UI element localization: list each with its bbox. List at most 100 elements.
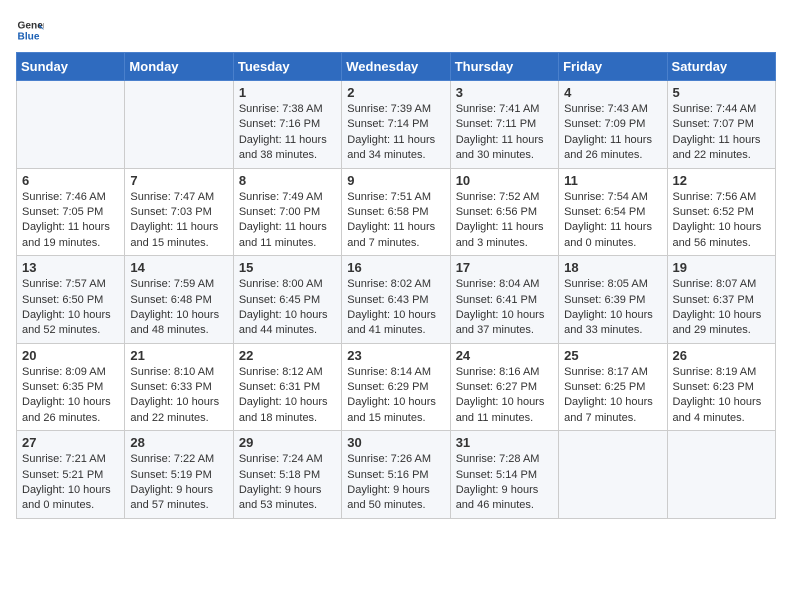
day-number: 2	[347, 85, 444, 100]
calendar-week-row: 13 Sunrise: 7:57 AMSunset: 6:50 PMDayligh…	[17, 256, 776, 344]
day-number: 20	[22, 348, 119, 363]
day-number: 27	[22, 435, 119, 450]
day-info: Sunrise: 8:17 AMSunset: 6:25 PMDaylight:…	[564, 365, 661, 427]
day-number: 12	[673, 173, 770, 188]
calendar-cell: 16 Sunrise: 8:02 AMSunset: 6:43 PMDayligh…	[342, 256, 450, 344]
day-info: Sunrise: 7:26 AMSunset: 5:16 PMDaylight:…	[347, 452, 444, 514]
day-header-sunday: Sunday	[17, 53, 125, 81]
day-number: 13	[22, 260, 119, 275]
day-number: 24	[456, 348, 553, 363]
calendar-cell: 17Sunrise: 8:04 AMSunset: 6:41 PMDayligh…	[450, 256, 558, 344]
day-info: Sunrise: 7:24 AMSunset: 5:18 PMDaylight:…	[239, 452, 336, 514]
calendar-cell: 24 Sunrise: 8:16 AMSunset: 6:27 PMDayligh…	[450, 343, 558, 431]
calendar-cell	[559, 431, 667, 519]
calendar-cell: 5 Sunrise: 7:44 AMSunset: 7:07 PMDaylight…	[667, 81, 775, 169]
day-info: Sunrise: 7:38 AMSunset: 7:16 PMDaylight:…	[239, 102, 336, 164]
day-number: 4	[564, 85, 661, 100]
day-info: Sunrise: 7:54 AMSunset: 6:54 PMDaylight:…	[564, 190, 661, 252]
day-number: 15	[239, 260, 336, 275]
calendar-cell: 19Sunrise: 8:07 AMSunset: 6:37 PMDayligh…	[667, 256, 775, 344]
svg-text:Blue: Blue	[18, 31, 40, 42]
day-number: 28	[130, 435, 227, 450]
day-info: Sunrise: 8:04 AMSunset: 6:41 PMDaylight:…	[456, 277, 553, 339]
calendar-cell: 4 Sunrise: 7:43 AMSunset: 7:09 PMDaylight…	[559, 81, 667, 169]
day-info: Sunrise: 8:10 AMSunset: 6:33 PMDaylight:…	[130, 365, 227, 427]
day-header-saturday: Saturday	[667, 53, 775, 81]
day-number: 31	[456, 435, 553, 450]
day-info: Sunrise: 8:02 AMSunset: 6:43 PMDaylight:…	[347, 277, 444, 339]
day-number: 30	[347, 435, 444, 450]
calendar-cell: 26 Sunrise: 8:19 AMSunset: 6:23 PMDayligh…	[667, 343, 775, 431]
day-number: 8	[239, 173, 336, 188]
day-number: 5	[673, 85, 770, 100]
calendar-cell: 15 Sunrise: 8:00 AMSunset: 6:45 PMDayligh…	[233, 256, 341, 344]
day-info: Sunrise: 8:16 AMSunset: 6:27 PMDaylight:…	[456, 365, 553, 427]
calendar-cell: 6 Sunrise: 7:46 AMSunset: 7:05 PMDaylight…	[17, 168, 125, 256]
day-info: Sunrise: 7:43 AMSunset: 7:09 PMDaylight:…	[564, 102, 661, 164]
calendar-cell: 2 Sunrise: 7:39 AMSunset: 7:14 PMDaylight…	[342, 81, 450, 169]
day-number: 11	[564, 173, 661, 188]
calendar-week-row: 6 Sunrise: 7:46 AMSunset: 7:05 PMDaylight…	[17, 168, 776, 256]
day-info: Sunrise: 7:22 AMSunset: 5:19 PMDaylight:…	[130, 452, 227, 514]
day-number: 18	[564, 260, 661, 275]
calendar-cell: 10Sunrise: 7:52 AMSunset: 6:56 PMDayligh…	[450, 168, 558, 256]
day-header-thursday: Thursday	[450, 53, 558, 81]
day-info: Sunrise: 7:44 AMSunset: 7:07 PMDaylight:…	[673, 102, 770, 164]
day-info: Sunrise: 7:57 AMSunset: 6:50 PMDaylight:…	[22, 277, 119, 339]
calendar-week-row: 27 Sunrise: 7:21 AMSunset: 5:21 PMDayligh…	[17, 431, 776, 519]
calendar-cell	[125, 81, 233, 169]
day-header-monday: Monday	[125, 53, 233, 81]
day-info: Sunrise: 7:59 AMSunset: 6:48 PMDaylight:…	[130, 277, 227, 339]
day-number: 14	[130, 260, 227, 275]
calendar-cell	[17, 81, 125, 169]
day-info: Sunrise: 7:46 AMSunset: 7:05 PMDaylight:…	[22, 190, 119, 252]
day-number: 7	[130, 173, 227, 188]
day-number: 21	[130, 348, 227, 363]
calendar-week-row: 1 Sunrise: 7:38 AMSunset: 7:16 PMDaylight…	[17, 81, 776, 169]
calendar-cell: 13 Sunrise: 7:57 AMSunset: 6:50 PMDayligh…	[17, 256, 125, 344]
calendar-cell: 20 Sunrise: 8:09 AMSunset: 6:35 PMDayligh…	[17, 343, 125, 431]
day-info: Sunrise: 7:56 AMSunset: 6:52 PMDaylight:…	[673, 190, 770, 252]
day-number: 10	[456, 173, 553, 188]
calendar-cell: 23 Sunrise: 8:14 AMSunset: 6:29 PMDayligh…	[342, 343, 450, 431]
day-info: Sunrise: 8:12 AMSunset: 6:31 PMDaylight:…	[239, 365, 336, 427]
calendar-cell: 8 Sunrise: 7:49 AMSunset: 7:00 PMDaylight…	[233, 168, 341, 256]
page-header: General Blue	[16, 16, 776, 44]
day-number: 22	[239, 348, 336, 363]
calendar-cell: 31Sunrise: 7:28 AMSunset: 5:14 PMDayligh…	[450, 431, 558, 519]
calendar-cell: 30 Sunrise: 7:26 AMSunset: 5:16 PMDayligh…	[342, 431, 450, 519]
day-info: Sunrise: 8:00 AMSunset: 6:45 PMDaylight:…	[239, 277, 336, 339]
day-header-wednesday: Wednesday	[342, 53, 450, 81]
calendar-cell: 18 Sunrise: 8:05 AMSunset: 6:39 PMDayligh…	[559, 256, 667, 344]
day-info: Sunrise: 8:09 AMSunset: 6:35 PMDaylight:…	[22, 365, 119, 427]
day-info: Sunrise: 8:19 AMSunset: 6:23 PMDaylight:…	[673, 365, 770, 427]
day-number: 9	[347, 173, 444, 188]
calendar-cell	[667, 431, 775, 519]
day-info: Sunrise: 7:41 AMSunset: 7:11 PMDaylight:…	[456, 102, 553, 164]
day-number: 23	[347, 348, 444, 363]
calendar-cell: 3Sunrise: 7:41 AMSunset: 7:11 PMDaylight…	[450, 81, 558, 169]
day-header-friday: Friday	[559, 53, 667, 81]
calendar-cell: 27 Sunrise: 7:21 AMSunset: 5:21 PMDayligh…	[17, 431, 125, 519]
day-info: Sunrise: 7:47 AMSunset: 7:03 PMDaylight:…	[130, 190, 227, 252]
day-number: 16	[347, 260, 444, 275]
calendar-cell: 12 Sunrise: 7:56 AMSunset: 6:52 PMDayligh…	[667, 168, 775, 256]
logo: General Blue	[16, 16, 44, 44]
day-info: Sunrise: 7:51 AMSunset: 6:58 PMDaylight:…	[347, 190, 444, 252]
day-header-tuesday: Tuesday	[233, 53, 341, 81]
calendar-cell: 9 Sunrise: 7:51 AMSunset: 6:58 PMDaylight…	[342, 168, 450, 256]
day-info: Sunrise: 8:14 AMSunset: 6:29 PMDaylight:…	[347, 365, 444, 427]
day-number: 1	[239, 85, 336, 100]
calendar-cell: 11 Sunrise: 7:54 AMSunset: 6:54 PMDayligh…	[559, 168, 667, 256]
day-info: Sunrise: 7:49 AMSunset: 7:00 PMDaylight:…	[239, 190, 336, 252]
calendar-cell: 29Sunrise: 7:24 AMSunset: 5:18 PMDayligh…	[233, 431, 341, 519]
calendar-body: 1 Sunrise: 7:38 AMSunset: 7:16 PMDaylight…	[17, 81, 776, 519]
day-info: Sunrise: 8:05 AMSunset: 6:39 PMDaylight:…	[564, 277, 661, 339]
calendar-cell: 21 Sunrise: 8:10 AMSunset: 6:33 PMDayligh…	[125, 343, 233, 431]
day-number: 26	[673, 348, 770, 363]
calendar-cell: 14 Sunrise: 7:59 AMSunset: 6:48 PMDayligh…	[125, 256, 233, 344]
day-number: 25	[564, 348, 661, 363]
day-info: Sunrise: 7:39 AMSunset: 7:14 PMDaylight:…	[347, 102, 444, 164]
day-info: Sunrise: 7:21 AMSunset: 5:21 PMDaylight:…	[22, 452, 119, 514]
day-number: 6	[22, 173, 119, 188]
